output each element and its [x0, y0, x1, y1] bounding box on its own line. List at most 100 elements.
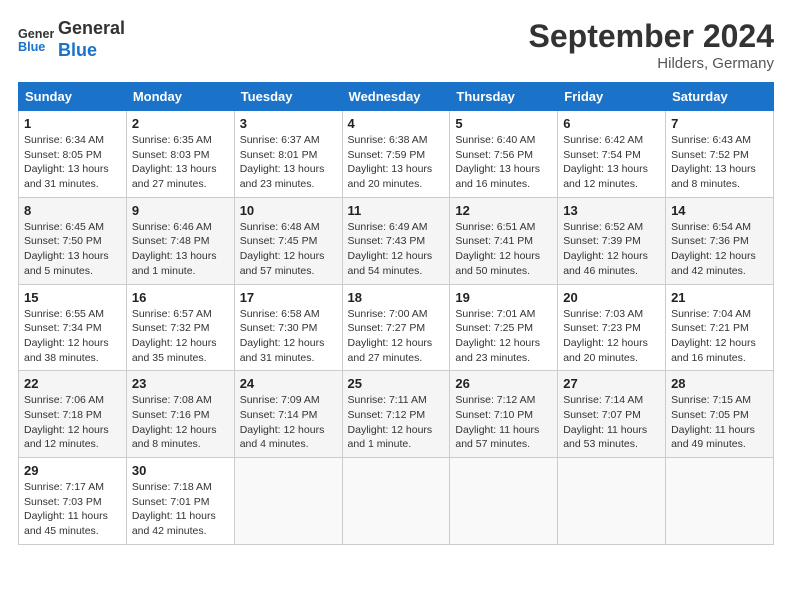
day-number: 27 — [563, 376, 660, 391]
calendar-table: SundayMondayTuesdayWednesdayThursdayFrid… — [18, 82, 774, 545]
day-info: Sunrise: 6:48 AMSunset: 7:45 PMDaylight:… — [240, 220, 337, 279]
weekday-tuesday: Tuesday — [234, 83, 342, 111]
day-info: Sunrise: 6:46 AMSunset: 7:48 PMDaylight:… — [132, 220, 229, 279]
day-number: 3 — [240, 116, 337, 131]
day-number: 14 — [671, 203, 768, 218]
calendar-cell: 20 Sunrise: 7:03 AMSunset: 7:23 PMDayligh… — [558, 284, 666, 371]
calendar-cell: 17 Sunrise: 6:58 AMSunset: 7:30 PMDayligh… — [234, 284, 342, 371]
calendar-cell — [558, 458, 666, 545]
calendar-cell — [234, 458, 342, 545]
calendar-cell: 28Sunrise: 7:15 AMSunset: 7:05 PMDayligh… — [666, 371, 774, 458]
day-info: Sunrise: 6:40 AMSunset: 7:56 PMDaylight:… — [455, 133, 552, 192]
day-number: 17 — [240, 290, 337, 305]
weekday-thursday: Thursday — [450, 83, 558, 111]
weekday-monday: Monday — [126, 83, 234, 111]
day-info: Sunrise: 6:49 AMSunset: 7:43 PMDaylight:… — [348, 220, 445, 279]
day-info: Sunrise: 7:06 AMSunset: 7:18 PMDaylight:… — [24, 393, 121, 452]
day-number: 2 — [132, 116, 229, 131]
day-info: Sunrise: 7:03 AMSunset: 7:23 PMDaylight:… — [563, 307, 660, 366]
day-number: 7 — [671, 116, 768, 131]
day-info: Sunrise: 6:34 AMSunset: 8:05 PMDaylight:… — [24, 133, 121, 192]
svg-text:Blue: Blue — [18, 39, 45, 53]
calendar-cell: 30Sunrise: 7:18 AMSunset: 7:01 PMDayligh… — [126, 458, 234, 545]
calendar-cell: 21 Sunrise: 7:04 AMSunset: 7:21 PMDayligh… — [666, 284, 774, 371]
day-info: Sunrise: 6:37 AMSunset: 8:01 PMDaylight:… — [240, 133, 337, 192]
calendar-cell: 29 Sunrise: 7:17 AMSunset: 7:03 PMDayligh… — [19, 458, 127, 545]
day-info: Sunrise: 6:35 AMSunset: 8:03 PMDaylight:… — [132, 133, 229, 192]
calendar-cell: 18 Sunrise: 7:00 AMSunset: 7:27 PMDayligh… — [342, 284, 450, 371]
logo-line1: General — [58, 18, 125, 40]
calendar-cell: 27Sunrise: 7:14 AMSunset: 7:07 PMDayligh… — [558, 371, 666, 458]
calendar-cell: 3 Sunrise: 6:37 AMSunset: 8:01 PMDaylight… — [234, 111, 342, 198]
weekday-wednesday: Wednesday — [342, 83, 450, 111]
calendar-cell: 23 Sunrise: 7:08 AMSunset: 7:16 PMDayligh… — [126, 371, 234, 458]
day-info: Sunrise: 6:38 AMSunset: 7:59 PMDaylight:… — [348, 133, 445, 192]
day-info: Sunrise: 7:11 AMSunset: 7:12 PMDaylight:… — [348, 393, 445, 452]
day-number: 18 — [348, 290, 445, 305]
header: General Blue General Blue September 2024… — [18, 18, 774, 72]
calendar-cell: 22 Sunrise: 7:06 AMSunset: 7:18 PMDayligh… — [19, 371, 127, 458]
day-number: 25 — [348, 376, 445, 391]
day-number: 13 — [563, 203, 660, 218]
day-info: Sunrise: 6:45 AMSunset: 7:50 PMDaylight:… — [24, 220, 121, 279]
calendar-cell: 24Sunrise: 7:09 AMSunset: 7:14 PMDayligh… — [234, 371, 342, 458]
week-row-1: 1Sunrise: 6:34 AMSunset: 8:05 PMDaylight… — [19, 111, 774, 198]
calendar-cell — [666, 458, 774, 545]
day-number: 4 — [348, 116, 445, 131]
day-number: 6 — [563, 116, 660, 131]
day-info: Sunrise: 6:57 AMSunset: 7:32 PMDaylight:… — [132, 307, 229, 366]
month-title: September 2024 — [529, 18, 774, 55]
day-info: Sunrise: 7:01 AMSunset: 7:25 PMDaylight:… — [455, 307, 552, 366]
day-number: 8 — [24, 203, 121, 218]
week-row-4: 22 Sunrise: 7:06 AMSunset: 7:18 PMDayligh… — [19, 371, 774, 458]
day-number: 29 — [24, 463, 121, 478]
weekday-saturday: Saturday — [666, 83, 774, 111]
day-info: Sunrise: 6:52 AMSunset: 7:39 PMDaylight:… — [563, 220, 660, 279]
calendar-cell: 16Sunrise: 6:57 AMSunset: 7:32 PMDayligh… — [126, 284, 234, 371]
logo-icon: General Blue — [18, 22, 54, 58]
day-info: Sunrise: 6:42 AMSunset: 7:54 PMDaylight:… — [563, 133, 660, 192]
calendar-cell: 2 Sunrise: 6:35 AMSunset: 8:03 PMDaylight… — [126, 111, 234, 198]
calendar-cell: 5 Sunrise: 6:40 AMSunset: 7:56 PMDaylight… — [450, 111, 558, 198]
location: Hilders, Germany — [529, 55, 774, 72]
calendar-cell: 10 Sunrise: 6:48 AMSunset: 7:45 PMDayligh… — [234, 197, 342, 284]
logo: General Blue General Blue — [18, 18, 125, 61]
calendar-cell: 4 Sunrise: 6:38 AMSunset: 7:59 PMDaylight… — [342, 111, 450, 198]
logo-line2: Blue — [58, 40, 125, 62]
day-number: 21 — [671, 290, 768, 305]
day-number: 5 — [455, 116, 552, 131]
calendar-cell: 1Sunrise: 6:34 AMSunset: 8:05 PMDaylight… — [19, 111, 127, 198]
calendar-cell: 19 Sunrise: 7:01 AMSunset: 7:25 PMDayligh… — [450, 284, 558, 371]
day-number: 20 — [563, 290, 660, 305]
calendar-cell — [342, 458, 450, 545]
day-number: 9 — [132, 203, 229, 218]
day-number: 10 — [240, 203, 337, 218]
day-info: Sunrise: 7:00 AMSunset: 7:27 PMDaylight:… — [348, 307, 445, 366]
week-row-3: 15Sunrise: 6:55 AMSunset: 7:34 PMDayligh… — [19, 284, 774, 371]
calendar-cell: 11 Sunrise: 6:49 AMSunset: 7:43 PMDayligh… — [342, 197, 450, 284]
day-number: 28 — [671, 376, 768, 391]
calendar-cell: 26Sunrise: 7:12 AMSunset: 7:10 PMDayligh… — [450, 371, 558, 458]
week-row-2: 8 Sunrise: 6:45 AMSunset: 7:50 PMDaylight… — [19, 197, 774, 284]
day-info: Sunrise: 6:58 AMSunset: 7:30 PMDaylight:… — [240, 307, 337, 366]
day-number: 11 — [348, 203, 445, 218]
day-number: 22 — [24, 376, 121, 391]
day-number: 23 — [132, 376, 229, 391]
day-number: 15 — [24, 290, 121, 305]
day-info: Sunrise: 7:17 AMSunset: 7:03 PMDaylight:… — [24, 480, 121, 539]
day-number: 26 — [455, 376, 552, 391]
day-number: 19 — [455, 290, 552, 305]
weekday-friday: Friday — [558, 83, 666, 111]
calendar-cell: 6 Sunrise: 6:42 AMSunset: 7:54 PMDaylight… — [558, 111, 666, 198]
weekday-header: SundayMondayTuesdayWednesdayThursdayFrid… — [19, 83, 774, 111]
day-info: Sunrise: 7:08 AMSunset: 7:16 PMDaylight:… — [132, 393, 229, 452]
day-number: 12 — [455, 203, 552, 218]
calendar-cell: 13 Sunrise: 6:52 AMSunset: 7:39 PMDayligh… — [558, 197, 666, 284]
day-info: Sunrise: 6:54 AMSunset: 7:36 PMDaylight:… — [671, 220, 768, 279]
day-info: Sunrise: 7:09 AMSunset: 7:14 PMDaylight:… — [240, 393, 337, 452]
day-info: Sunrise: 7:04 AMSunset: 7:21 PMDaylight:… — [671, 307, 768, 366]
day-info: Sunrise: 6:51 AMSunset: 7:41 PMDaylight:… — [455, 220, 552, 279]
weekday-sunday: Sunday — [19, 83, 127, 111]
title-block: September 2024 Hilders, Germany — [529, 18, 774, 72]
calendar-cell: 7Sunrise: 6:43 AMSunset: 7:52 PMDaylight… — [666, 111, 774, 198]
